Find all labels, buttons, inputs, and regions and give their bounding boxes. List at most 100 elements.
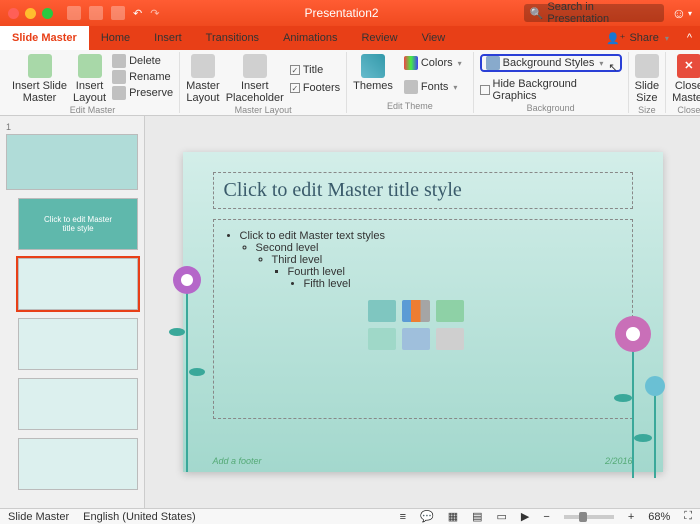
share-icon: 👤⁺: [606, 32, 626, 45]
preserve-button[interactable]: Preserve: [112, 86, 173, 100]
insert-chart-icon[interactable]: [402, 300, 430, 322]
qat-undo-icon[interactable]: ↶: [133, 7, 142, 20]
bullet-l4: Fourth level: [288, 266, 622, 278]
layout-thumbnail-5[interactable]: [18, 438, 138, 490]
rename-button[interactable]: Rename: [112, 70, 173, 84]
insert-slide-master-button[interactable]: Insert Slide Master: [12, 54, 67, 104]
layout-thumbnail-2[interactable]: [18, 258, 138, 310]
bullet-l2: Second level: [256, 242, 622, 254]
group-label-master-layout: Master Layout: [235, 105, 292, 115]
insert-layout-button[interactable]: Insert Layout: [73, 54, 106, 104]
ribbon-tabs: Slide Master Home Insert Transitions Ani…: [0, 26, 700, 50]
share-caret-icon: ▾: [665, 34, 669, 43]
insert-layout-icon: [78, 54, 102, 78]
tab-insert[interactable]: Insert: [142, 26, 194, 50]
background-styles-icon: [486, 56, 500, 70]
hide-background-checkbox[interactable]: Hide Background Graphics: [480, 78, 622, 102]
insert-placeholder-button[interactable]: Insert Placeholder: [226, 54, 284, 104]
qat-redo-icon[interactable]: ↷: [150, 7, 159, 20]
master-layout-button[interactable]: Master Layout: [186, 54, 220, 104]
master-thumbnail[interactable]: [6, 134, 138, 190]
group-edit-theme: Themes Colors▾ Fonts▾ Edit Theme: [347, 52, 474, 113]
insert-picture-icon[interactable]: [368, 328, 396, 350]
zoom-slider[interactable]: [564, 515, 614, 519]
layout-thumbnail-1[interactable]: Click to edit Master title style: [18, 198, 138, 250]
group-close: ✕ Close Master Close: [666, 52, 700, 113]
zoom-window-icon[interactable]: [42, 8, 53, 19]
close-window-icon[interactable]: [8, 8, 19, 19]
window-controls: [8, 8, 53, 19]
layout-thumbnail-3[interactable]: [18, 318, 138, 370]
fonts-button[interactable]: Fonts▾: [399, 78, 467, 96]
tab-view[interactable]: View: [410, 26, 458, 50]
zoom-level[interactable]: 68%: [648, 511, 670, 523]
qat-print-icon[interactable]: [111, 6, 125, 20]
minimize-window-icon[interactable]: [25, 8, 36, 19]
titlebar-caret-icon[interactable]: ▾: [688, 9, 692, 18]
themes-icon: [361, 54, 385, 78]
zoom-in-button[interactable]: +: [628, 511, 634, 523]
tab-review[interactable]: Review: [349, 26, 409, 50]
group-master-layout: Master Layout Insert Placeholder ✓Title …: [180, 52, 347, 113]
insert-video-icon[interactable]: [436, 328, 464, 350]
insert-table-icon[interactable]: [368, 300, 396, 322]
footers-checkbox[interactable]: ✓Footers: [290, 82, 340, 94]
status-bar: Slide Master English (United States) ≡ 💬…: [0, 508, 700, 524]
title-placeholder[interactable]: Click to edit Master title style: [213, 172, 633, 209]
quick-access-toolbar: ↶ ↷: [67, 6, 159, 20]
notes-button[interactable]: ≡: [400, 511, 406, 523]
tab-slide-master[interactable]: Slide Master: [0, 26, 89, 50]
group-label-edit-theme: Edit Theme: [387, 101, 433, 111]
tab-transitions[interactable]: Transitions: [194, 26, 271, 50]
colors-button[interactable]: Colors▾: [399, 54, 467, 72]
slide-canvas[interactable]: Click to edit Master title style Click t…: [145, 116, 700, 508]
content-placeholder[interactable]: Click to edit Master text styles Second …: [213, 219, 633, 419]
background-styles-button[interactable]: Background Styles▾ ↖: [480, 54, 622, 72]
title-checkbox[interactable]: ✓Title: [290, 64, 340, 76]
status-language[interactable]: English (United States): [83, 511, 196, 523]
workspace: 1 Click to edit Master title style Click…: [0, 116, 700, 508]
group-edit-master: Insert Slide Master Insert Layout Delete…: [6, 52, 180, 113]
qat-save-icon[interactable]: [89, 6, 103, 20]
layout-thumbnail-4[interactable]: [18, 378, 138, 430]
cursor-icon: ↖: [608, 61, 617, 74]
view-reading-icon[interactable]: ▭: [497, 510, 507, 523]
view-slideshow-icon[interactable]: ▶: [521, 510, 529, 523]
share-label: Share: [629, 32, 658, 44]
fit-to-window-icon[interactable]: ⛶: [684, 510, 692, 523]
document-title: Presentation2: [159, 6, 523, 20]
tab-home[interactable]: Home: [89, 26, 142, 50]
zoom-out-button[interactable]: −: [543, 511, 549, 523]
thumb-number: 1: [6, 122, 138, 132]
fonts-icon: [404, 80, 418, 94]
group-label-background: Background: [527, 103, 575, 113]
delete-button[interactable]: Delete: [112, 54, 173, 68]
slide: Click to edit Master title style Click t…: [183, 152, 663, 472]
view-sorter-icon[interactable]: ▤: [472, 510, 482, 523]
search-placeholder: Search in Presentation: [547, 1, 657, 25]
help-icon[interactable]: ☺: [672, 5, 686, 21]
qat-home-icon[interactable]: [67, 6, 81, 20]
group-background: Background Styles▾ ↖ Hide Background Gra…: [474, 52, 629, 113]
comments-button[interactable]: 💬: [420, 510, 434, 523]
view-normal-icon[interactable]: ▦: [448, 510, 458, 523]
insert-smartart-icon[interactable]: [436, 300, 464, 322]
search-input[interactable]: 🔍 Search in Presentation: [524, 4, 664, 22]
title-bar: ↶ ↷ Presentation2 🔍 Search in Presentati…: [0, 0, 700, 26]
insert-online-picture-icon[interactable]: [402, 328, 430, 350]
collapse-ribbon-icon[interactable]: ^: [679, 32, 700, 44]
tab-animations[interactable]: Animations: [271, 26, 349, 50]
close-master-button[interactable]: ✕ Close Master: [672, 54, 700, 104]
colors-icon: [404, 56, 418, 70]
search-icon: 🔍: [530, 7, 544, 20]
flower-decoration-left: [157, 262, 217, 472]
footer-placeholder[interactable]: Add a footer: [213, 456, 262, 466]
themes-button[interactable]: Themes: [353, 54, 393, 96]
group-size: Slide Size Size: [629, 52, 666, 113]
bullet-l3: Third level: [272, 254, 622, 266]
share-button[interactable]: 👤⁺ Share ▾: [596, 32, 679, 45]
insert-slide-master-icon: [28, 54, 52, 78]
thumbnail-panel[interactable]: 1 Click to edit Master title style: [0, 116, 145, 508]
slide-size-button[interactable]: Slide Size: [635, 54, 659, 104]
flower-decoration-right: [583, 308, 673, 478]
